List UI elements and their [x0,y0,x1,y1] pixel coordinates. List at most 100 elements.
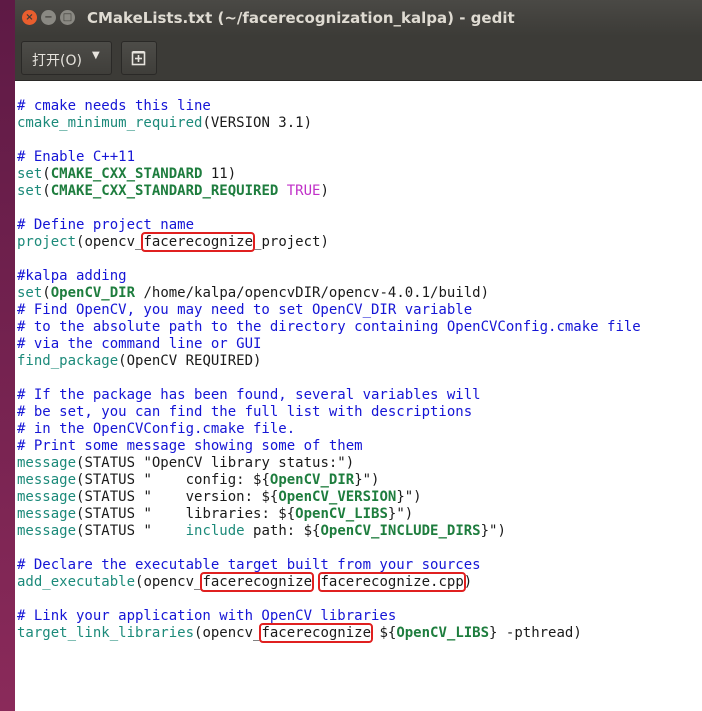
function: set [17,285,43,301]
open-file-button[interactable]: 打开(O) ▼ [21,41,112,75]
code-text: ( [42,166,51,182]
code-text: path: ${ [244,523,321,539]
comment: # Enable C++11 [17,149,136,165]
variable: OpenCV_VERSION [278,489,397,505]
code-line: # Print some message showing some of the… [17,438,641,455]
comment: #kalpa adding [17,268,127,284]
highlighted-filename: facerecognize.cpp [318,572,466,592]
code-text: ) [320,183,329,199]
function: cmake_minimum_required [17,115,203,131]
close-window-button[interactable]: × [22,10,37,25]
code-line: # Declare the executable target built fr… [17,557,641,574]
variable: CMAKE_CXX_STANDARD [50,166,203,182]
comment: # via the command line or GUI [17,336,262,352]
code-line: # via the command line or GUI [17,336,641,353]
code-content: # cmake needs this line cmake_minimum_req… [17,81,641,676]
code-text: (opencv_ [194,625,262,641]
code-text: (STATUS " [76,523,186,539]
boolean: TRUE [286,183,321,199]
function: project [17,234,77,250]
code-line: set(CMAKE_CXX_STANDARD_REQUIRED TRUE) [17,183,641,200]
highlighted-name: facerecognize [141,232,256,252]
new-document-icon [131,51,146,66]
code-text: ( [42,285,51,301]
function: message [17,455,77,471]
comment: # in the OpenCVConfig.cmake file. [17,421,296,437]
code-text: (STATUS " version: ${ [76,489,279,505]
comment: # Print some message showing some of the… [17,438,363,454]
maximize-icon: □ [62,12,73,23]
comment: # Declare the executable target built fr… [17,557,481,573]
code-text: (STATUS " libraries: ${ [76,506,296,522]
text-editor[interactable]: # cmake needs this line cmake_minimum_req… [15,81,702,711]
code-line: cmake_minimum_required(VERSION 3.1) [17,115,641,132]
code-line: set(OpenCV_DIR /home/kalpa/opencvDIR/ope… [17,285,641,302]
code-line: set(CMAKE_CXX_STANDARD 11) [17,166,641,183]
chevron-down-icon: ▼ [92,50,100,61]
code-line: # Find OpenCV, you may need to set OpenC… [17,302,641,319]
function: target_link_libraries [17,625,195,641]
function: message [17,506,77,522]
comment: # Link your application with OpenCV libr… [17,608,397,624]
comment: # If the package has been found, several… [17,387,481,403]
code-text: }") [387,506,414,522]
code-line: message(STATUS "OpenCV library status:") [17,455,641,472]
variable: OpenCV_INCLUDE_DIRS [320,523,481,539]
comment: # cmake needs this line [17,98,211,114]
code-line: # cmake needs this line [17,98,641,115]
code-line: # Define project name [17,217,641,234]
code-text: /home/kalpa/opencvDIR/opencv-4.0.1/build… [135,285,490,301]
code-line: find_package(OpenCV REQUIRED) [17,353,641,370]
keyword: include [185,523,245,539]
function: message [17,472,77,488]
code-text: }") [480,523,506,539]
open-button-label: 打开(O) [32,53,82,69]
desktop-background [0,0,15,711]
highlighted-name: facerecognize [200,572,315,592]
new-document-button[interactable] [121,41,157,75]
code-line: # If the package has been found, several… [17,387,641,404]
code-line: target_link_libraries(opencv_facerecogni… [17,623,641,643]
title-bar[interactable]: × − □ CMakeLists.txt (~/facerecognizatio… [15,0,702,36]
code-line: # Enable C++11 [17,149,641,166]
comment: # be set, you can find the full list wit… [17,404,473,420]
code-text: } -pthread) [489,625,582,641]
variable: OpenCV_LIBS [396,625,490,641]
comment: # Define project name [17,217,195,233]
code-line: # to the absolute path to the directory … [17,319,641,336]
function: set [17,166,43,182]
function: message [17,489,77,505]
code-text: _project) [253,234,329,250]
comment: # Find OpenCV, you may need to set OpenC… [17,302,473,318]
code-line: #kalpa adding [17,268,641,285]
variable: CMAKE_CXX_STANDARD_REQUIRED [50,183,279,199]
code-text: 11) [202,166,237,182]
variable: OpenCV_DIR [50,285,136,301]
code-line: message(STATUS " version: ${OpenCV_VERSI… [17,489,641,506]
header-toolbar: 打开(O) ▼ [15,36,702,81]
code-text: (OpenCV REQUIRED) [118,353,262,369]
minimize-window-button[interactable]: − [41,10,56,25]
function: set [17,183,43,199]
code-text: ( [42,183,51,199]
code-text: }") [396,489,422,505]
gedit-window: × − □ CMakeLists.txt (~/facerecognizatio… [15,0,702,711]
code-text: (VERSION 3.1) [202,115,313,131]
code-line: message(STATUS " config: ${OpenCV_DIR}") [17,472,641,489]
close-icon: × [25,12,34,23]
code-text: }") [354,472,380,488]
code-line: # be set, you can find the full list wit… [17,404,641,421]
maximize-window-button[interactable]: □ [60,10,75,25]
variable: OpenCV_DIR [269,472,355,488]
code-text: (opencv_ [76,234,144,250]
code-text: (STATUS "OpenCV library status:") [76,455,355,471]
code-text: ) [463,574,473,590]
comment: # to the absolute path to the directory … [17,319,641,335]
minimize-icon: − [44,12,53,23]
function: add_executable [17,574,136,590]
